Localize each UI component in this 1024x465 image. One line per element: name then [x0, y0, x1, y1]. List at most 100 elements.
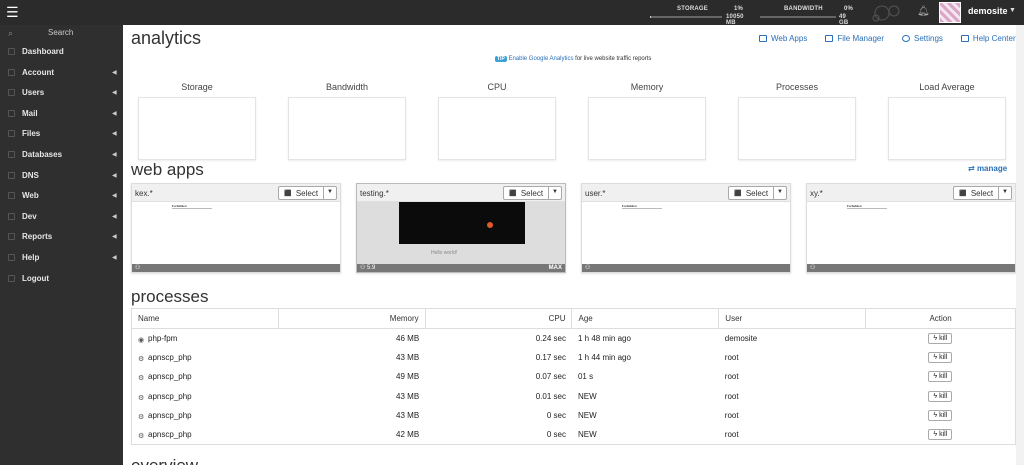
chevron-down-icon[interactable]: ▼ [1009, 7, 1016, 14]
select-button[interactable]: ⬛ Select ▼ [503, 186, 562, 200]
sidebar-search[interactable]: ⌕ Search [0, 25, 123, 42]
mail-icon [8, 109, 15, 117]
process-name-cell: ◉ php-fpm [132, 329, 279, 348]
web-app-card[interactable]: user.* ⬛ Select ▼ Forbidden ⚇ [581, 183, 791, 273]
page-scrollbar[interactable] [1016, 25, 1024, 465]
stat-storage: Storage [138, 82, 256, 160]
sidebar-item-reports[interactable]: Reports ◀ [0, 227, 123, 248]
bolt-icon: ϟ [933, 373, 938, 381]
manage-label: manage [976, 164, 1008, 173]
sidebar-item-help[interactable]: Help ◀ [0, 248, 123, 269]
select-button-main[interactable]: ⬛ Select [504, 187, 550, 199]
kill-button[interactable]: ϟ kill [928, 371, 953, 383]
bolt-icon: ϟ [933, 412, 938, 420]
kill-button[interactable]: ϟ kill [928, 332, 953, 344]
avatar[interactable] [939, 2, 961, 23]
web-app-card[interactable]: xy.* ⬛ Select ▼ Forbidden ⚇ [806, 183, 1016, 273]
bell-icon[interactable]: 🔔︎ [917, 6, 930, 17]
chevron-left-icon: ◀ [112, 151, 117, 158]
chevron-down-icon[interactable]: ▼ [999, 187, 1011, 199]
bandwidth-meter: BANDWIDTH 0% 49 GB [760, 4, 855, 26]
sidebar-item-dashboard[interactable]: Dashboard [0, 42, 123, 63]
sidebar-item-logout[interactable]: Logout [0, 269, 123, 290]
process-name-cell: ⚙ apnscp_php [132, 348, 279, 367]
stat-graph [888, 97, 1006, 160]
select-button[interactable]: ⬛ Select ▼ [278, 186, 337, 200]
help-center-link[interactable]: Help Center [960, 34, 1016, 43]
select-button[interactable]: ⬛ Select ▼ [953, 186, 1012, 200]
enable-analytics-link[interactable]: Enable Google Analytics [508, 56, 573, 62]
sidebar-item-label: Databases [22, 149, 63, 159]
stat-label: Processes [775, 82, 819, 92]
process-cpu: 0.01 sec [535, 391, 566, 401]
select-button-main[interactable]: ⬛ Select [954, 187, 1000, 199]
select-button-main[interactable]: ⬛ Select [729, 187, 775, 199]
web-apps-link[interactable]: Web Apps [759, 34, 807, 43]
sidebar-item-label: Logout [22, 273, 50, 283]
sidebar-item-databases[interactable]: Databases ◀ [0, 145, 123, 166]
process-memory: 46 MB [396, 333, 420, 343]
select-button-main[interactable]: ⬛ Select [279, 187, 325, 199]
cube-icon: ⬛ [959, 190, 967, 197]
username[interactable]: demosite [968, 6, 1008, 16]
storage-percent: 1% [734, 6, 744, 12]
sidebar-item-files[interactable]: Files ◀ [0, 124, 123, 145]
web-app-name: testing.* [360, 189, 389, 198]
screenshot-text-line [847, 208, 887, 209]
overview-title: overview [131, 456, 198, 465]
sidebar-item-dns[interactable]: DNS ◀ [0, 166, 123, 187]
process-user: root [724, 372, 739, 382]
sidebar-item-account[interactable]: Account ◀ [0, 63, 123, 84]
select-label: Select [745, 188, 769, 198]
sidebar-item-mail[interactable]: Mail ◀ [0, 104, 123, 125]
table-row: ◉ php-fpm 46 MB 0.24 sec 1 h 48 min ago demos… [132, 329, 1016, 348]
process-memory: 43 MB [396, 391, 420, 401]
kill-button[interactable]: ϟ kill [928, 429, 953, 441]
sidebar-item-dev[interactable]: Dev ◀ [0, 207, 123, 228]
tip-text: for live website traffic reports [573, 56, 652, 62]
kill-button[interactable]: ϟ kill [928, 352, 953, 364]
settings-link[interactable]: Settings [902, 34, 943, 43]
kill-button[interactable]: ϟ kill [928, 410, 953, 422]
sidebar-item-web[interactable]: Web ◀ [0, 186, 123, 207]
process-action-cell: ϟ kill [866, 406, 1016, 425]
file-manager-link[interactable]: File Manager [825, 34, 884, 43]
chevron-left-icon: ◀ [112, 110, 117, 117]
eye-icon: ◉ [138, 336, 145, 344]
menu-icon[interactable]: ☰ [6, 4, 19, 20]
process-name: apnscp_php [148, 353, 192, 363]
processes-table: Name Memory CPU Age User Action ◉ php-fpm… [131, 308, 1016, 446]
process-name: php-fpm [148, 333, 178, 343]
column-header-user[interactable]: User [718, 308, 867, 329]
chevron-left-icon: ◀ [112, 193, 117, 200]
process-action-cell: ϟ kill [866, 425, 1016, 444]
web-app-card[interactable]: kex.* ⬛ Select ▼ Forbidden ⚇ [131, 183, 341, 273]
column-header-name[interactable]: Name [131, 308, 279, 329]
select-button[interactable]: ⬛ Select ▼ [728, 186, 787, 200]
manage-button[interactable]: ⇄ manage [968, 164, 1007, 173]
folder-icon [825, 35, 834, 42]
web-app-card[interactable]: testing.* ⬛ Select ▼ Hello world! ⚇ 5.9 MAX [356, 183, 566, 273]
web-app-header: user.* ⬛ Select ▼ [582, 184, 790, 202]
kill-label: kill [939, 373, 948, 381]
kill-button[interactable]: ϟ kill [928, 390, 953, 402]
table-row: ⚙ apnscp_php 42 MB 0 sec NEW root ϟ kill [132, 425, 1016, 444]
web-app-footer: ⚇ [807, 264, 1015, 272]
files-icon [8, 130, 15, 138]
process-age: NEW [577, 411, 597, 421]
chevron-down-icon[interactable]: ▼ [549, 187, 561, 199]
sidebar-item-users[interactable]: Users ◀ [0, 83, 123, 104]
person-icon: ⚇ [135, 265, 141, 271]
column-header-cpu[interactable]: CPU [424, 308, 573, 329]
chevron-down-icon[interactable]: ▼ [324, 187, 336, 199]
sidebar-nav: Dashboard Account ◀ Users ◀ Mail ◀ Files ◀ Databa… [0, 42, 123, 289]
web-app-score: 5.9 [367, 265, 376, 271]
column-header-memory[interactable]: Memory [277, 308, 426, 329]
person-icon: ⚇ [585, 265, 591, 271]
chevron-down-icon[interactable]: ▼ [774, 187, 786, 199]
top-bar: ☰ STORAGE 1% 10050 MB BANDWIDTH 0% 49 GB… [0, 0, 1024, 26]
web-app-name: kex.* [135, 189, 153, 198]
column-header-age[interactable]: Age [571, 308, 720, 329]
web-app-footer: ⚇ [132, 264, 340, 272]
chevron-left-icon: ◀ [112, 213, 117, 220]
